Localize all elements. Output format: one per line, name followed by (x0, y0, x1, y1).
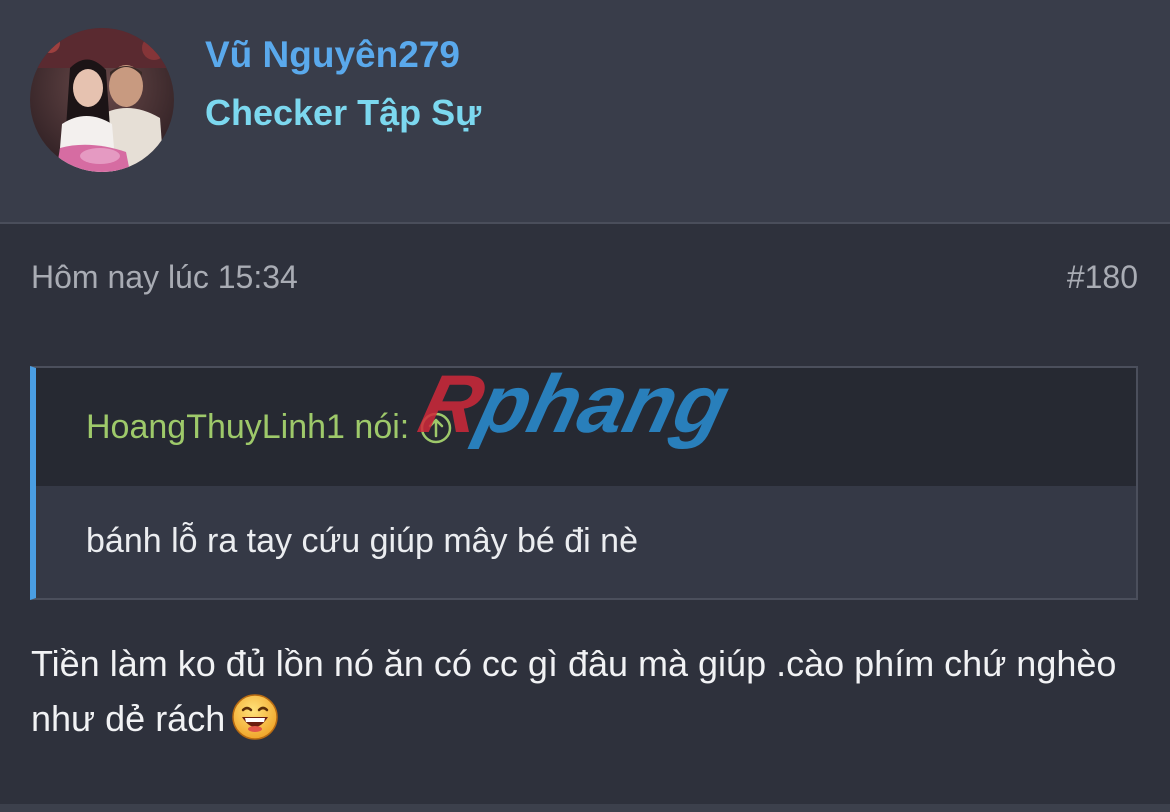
quote-block: HoangThuyLinh1 nói: bánh lỗ ra tay cứu g… (30, 366, 1138, 600)
bottom-divider (0, 804, 1170, 812)
quote-text: bánh lỗ ra tay cứu giúp mây bé đi nè (86, 522, 638, 560)
user-title: Checker Tập Sự (205, 92, 482, 133)
arrow-up-circle-icon[interactable] (419, 411, 453, 445)
post-timestamp[interactable]: Hôm nay lúc 15:34 (31, 259, 298, 296)
laughing-emoji-icon (232, 694, 278, 740)
quote-author-link[interactable]: HoangThuyLinh1 nói: (86, 408, 453, 447)
quote-author-label: HoangThuyLinh1 nói: (86, 408, 410, 446)
username[interactable]: Vũ Nguyên279 (205, 34, 460, 76)
user-header: Vũ Nguyên279 Checker Tập Sự (0, 0, 1170, 224)
post-message: Tiền làm ko đủ lồn nó ăn có cc gì đâu mà… (31, 636, 1131, 746)
avatar-photo-icon (30, 28, 174, 172)
post-number-link[interactable]: #180 (1067, 259, 1138, 296)
post-message-text: Tiền làm ko đủ lồn nó ăn có cc gì đâu mà… (31, 643, 1117, 739)
avatar[interactable] (30, 28, 174, 172)
quote-header: HoangThuyLinh1 nói: (36, 368, 1136, 486)
